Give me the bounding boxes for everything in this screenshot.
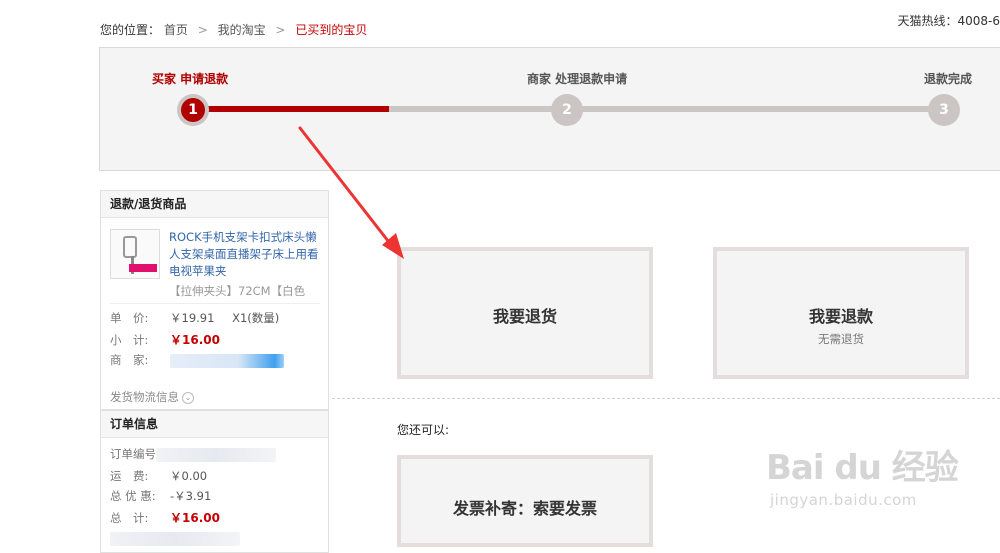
total-value: ￥16.00 bbox=[170, 511, 220, 525]
step-1-number: 1 bbox=[181, 98, 205, 122]
order-panel-title: 订单信息 bbox=[101, 411, 328, 438]
subtotal-label: 小 计: bbox=[110, 333, 149, 347]
quantity: X1(数量) bbox=[232, 311, 280, 325]
shipping-label: 运 费: bbox=[110, 469, 149, 483]
step-1-label: 买家 申请退款 bbox=[152, 72, 229, 86]
subtotal-row: 小 计: ￥16.00 bbox=[110, 331, 220, 348]
hotline-text: 天猫热线：4008-6 bbox=[897, 14, 1000, 28]
step-1-circle: 1 bbox=[177, 94, 209, 126]
watermark-logo: Bai du 经验 bbox=[766, 448, 959, 488]
shipping-value: ￥0.00 bbox=[170, 469, 208, 483]
product-spec: 【拉伸夹头】72CM【白色 bbox=[169, 284, 306, 298]
refund-goods-panel: 退款/退货商品 ROCK手机支架卡扣式床头懒人支架桌面直播架子床上用看电视苹果夹… bbox=[100, 190, 329, 410]
logistics-label: 发货物流信息 bbox=[110, 390, 179, 404]
section-divider bbox=[332, 398, 1000, 399]
discount-value: -￥3.91 bbox=[170, 489, 212, 503]
baidu-jingyan-watermark: Bai du 经验 jingyan.baidu.com bbox=[766, 440, 959, 509]
refund-only-button[interactable]: 我要退款 无需退货 bbox=[713, 247, 969, 379]
order-info-panel: 订单信息 订单编号: 运 费: ￥0.00 总 优 惠: -￥3.91 总 计: ￥1… bbox=[100, 410, 329, 553]
order-time-redacted bbox=[110, 531, 240, 546]
price-label: 单 价: bbox=[110, 311, 149, 325]
seller-label: 商 家: bbox=[110, 353, 149, 367]
seller-row: 商 家: bbox=[110, 352, 284, 368]
seller-name-redacted[interactable] bbox=[170, 353, 284, 368]
breadcrumb-my-taobao-link[interactable]: 我的淘宝 bbox=[218, 21, 266, 38]
order-time-row bbox=[110, 531, 240, 546]
breadcrumb-separator: > bbox=[197, 23, 208, 37]
discount-label: 总 优 惠: bbox=[110, 489, 156, 503]
return-goods-title: 我要退货 bbox=[492, 307, 557, 326]
request-invoice-title: 发票补寄：索要发票 bbox=[452, 499, 597, 518]
discount-row: 总 优 惠: -￥3.91 bbox=[110, 488, 211, 504]
chevron-down-icon: ⌄ bbox=[182, 391, 194, 404]
step-2-number: 2 bbox=[562, 102, 572, 118]
return-goods-button[interactable]: 我要退货 bbox=[397, 247, 653, 379]
breadcrumb: 您的位置： 首页 > 我的淘宝 > 已买到的宝贝 bbox=[100, 21, 367, 38]
shipping-row: 运 费: ￥0.00 bbox=[110, 468, 207, 484]
refund-only-subtitle: 无需退货 bbox=[818, 332, 864, 346]
step-2-label: 商家 处理退款申请 bbox=[527, 72, 628, 86]
request-invoice-button[interactable]: 发票补寄：索要发票 bbox=[397, 455, 653, 547]
breadcrumb-home-link[interactable]: 首页 bbox=[164, 21, 188, 38]
total-label: 总 计: bbox=[110, 511, 149, 525]
price-value: ￥19.91 bbox=[170, 311, 215, 325]
step-3-circle: 3 bbox=[928, 94, 960, 126]
subtotal-value: ￥16.00 bbox=[170, 333, 220, 347]
refund-progress-steps: 买家 申请退款 商家 处理退款申请 退款完成 1 2 3 bbox=[99, 47, 1000, 171]
progress-fill bbox=[193, 106, 389, 112]
also-available-label: 您还可以: bbox=[397, 423, 450, 437]
logistics-info-toggle[interactable]: 发货物流信息 ⌄ bbox=[110, 389, 194, 405]
breadcrumb-prefix: 您的位置： bbox=[100, 23, 161, 37]
breadcrumb-current[interactable]: 已买到的宝贝 bbox=[295, 21, 367, 38]
goods-panel-title: 退款/退货商品 bbox=[101, 191, 328, 218]
breadcrumb-separator: > bbox=[275, 23, 286, 37]
step-3-label: 退款完成 bbox=[924, 72, 973, 86]
refund-only-title: 我要退款 bbox=[808, 307, 873, 326]
product-thumbnail[interactable] bbox=[110, 229, 160, 279]
step-3-number: 3 bbox=[939, 102, 949, 118]
order-number-row: 订单编号: bbox=[110, 446, 276, 462]
step-2-circle: 2 bbox=[551, 94, 583, 126]
total-row: 总 计: ￥16.00 bbox=[110, 509, 220, 526]
watermark-url: jingyan.baidu.com bbox=[770, 491, 917, 509]
divider bbox=[110, 303, 320, 304]
product-title-link[interactable]: ROCK手机支架卡扣式床头懒人支架桌面直播架子床上用看电视苹果夹 bbox=[169, 229, 321, 280]
order-number-redacted bbox=[156, 447, 276, 462]
order-number-label: 订单编号: bbox=[110, 447, 160, 461]
price-row: 单 价: ￥19.91 X1(数量) bbox=[110, 310, 279, 326]
